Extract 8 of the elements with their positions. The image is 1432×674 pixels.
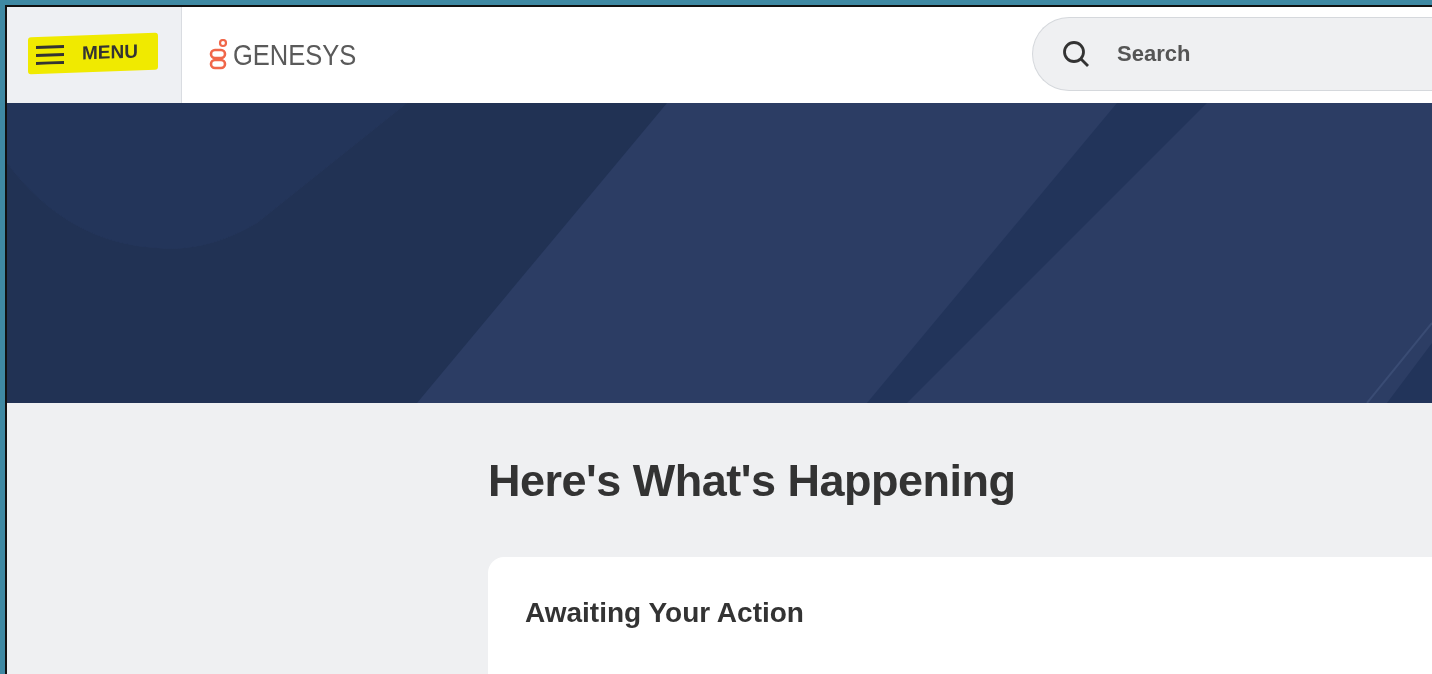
logo-text: GENESYS (233, 38, 357, 72)
search-field[interactable]: Search (1032, 17, 1432, 91)
logo-icon (208, 39, 230, 71)
search-icon (1062, 40, 1090, 68)
menu-button[interactable]: MENU (28, 32, 158, 75)
page-heading: Here's What's Happening (488, 455, 1017, 507)
menu-icon (36, 44, 64, 65)
card-title: Awaiting Your Action (525, 597, 805, 629)
